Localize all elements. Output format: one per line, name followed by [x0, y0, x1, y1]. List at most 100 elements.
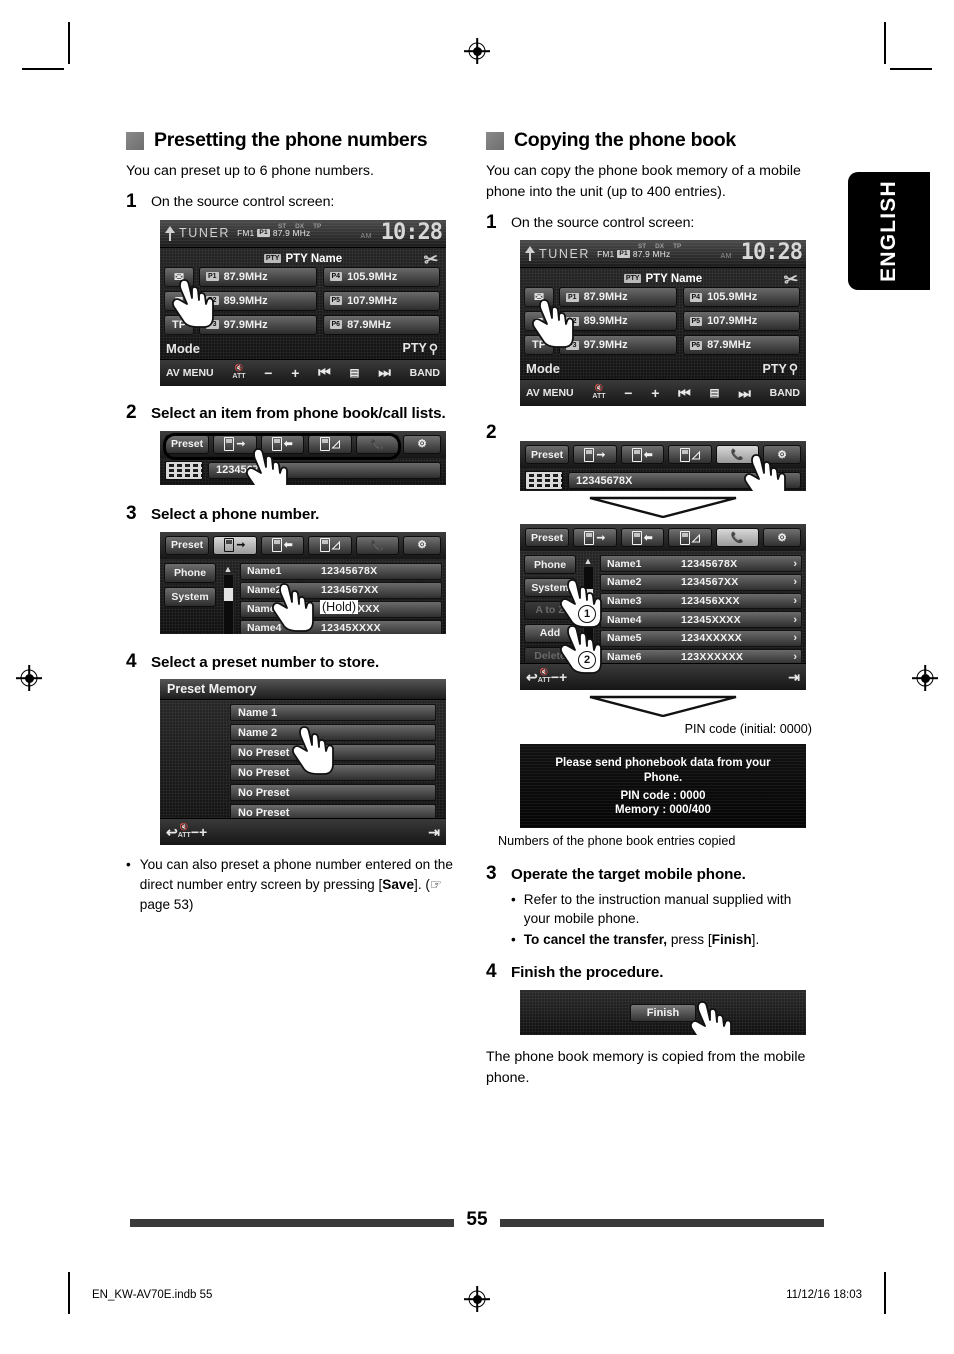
keypad-icon-button[interactable]: ▦: [164, 290, 194, 311]
phone-nav-button[interactable]: Phone: [524, 555, 576, 575]
phone-settings-icon-button[interactable]: ⚙: [763, 528, 801, 548]
att-button[interactable]: 🔇 ATT: [178, 824, 191, 840]
volume-up-button[interactable]: +: [559, 669, 567, 685]
bluetooth-icon-button[interactable]: ✉: [524, 287, 554, 308]
received-calls-icon-button[interactable]: ⬅: [620, 445, 665, 465]
list-item[interactable]: Name4 12345XXXX: [240, 619, 442, 634]
phone-number-field[interactable]: 12345678X: [208, 461, 441, 479]
tp-button[interactable]: TP: [164, 314, 194, 335]
scroll-up-icon[interactable]: ▲: [224, 564, 233, 574]
volume-down-button[interactable]: −: [264, 365, 272, 381]
preset-tab-button[interactable]: Preset: [525, 445, 570, 465]
phone-number-field[interactable]: 12345678X: [568, 472, 801, 490]
preset-button-p3[interactable]: P3 97.9MHz: [199, 314, 317, 335]
volume-down-button[interactable]: −: [624, 385, 632, 401]
list-item[interactable]: Name3 123456XXX ›: [600, 592, 802, 610]
phone-nav-button[interactable]: Phone: [164, 562, 216, 583]
scrollbar-thumb[interactable]: [583, 588, 593, 602]
preset-button-p4[interactable]: P4 105.9MHz: [322, 266, 440, 287]
missed-calls-icon-button[interactable]: ◿: [668, 528, 712, 548]
mode-button[interactable]: Mode: [166, 341, 200, 356]
volume-up-button[interactable]: +: [651, 385, 659, 401]
phonebook-icon-button[interactable]: 📞: [715, 528, 760, 548]
band-button[interactable]: BAND: [770, 387, 800, 399]
pty-search-button[interactable]: PTY ⚲: [403, 341, 438, 356]
pty-search-button[interactable]: PTY ⚲: [763, 361, 798, 377]
preset-button-p5[interactable]: P5 107.9MHz: [682, 311, 800, 332]
preset-button-p1[interactable]: P1 87.9MHz: [559, 287, 677, 308]
previous-button[interactable]: ⏮: [318, 364, 331, 381]
exit-button[interactable]: ⇥: [428, 824, 440, 841]
av-menu-button[interactable]: AV MENU: [526, 387, 574, 399]
volume-down-button[interactable]: −: [191, 824, 199, 840]
phonebook-icon-button[interactable]: 📞: [355, 434, 400, 454]
preset-tab-button[interactable]: Preset: [165, 535, 210, 555]
scrollbar-thumb[interactable]: [223, 587, 233, 601]
next-button[interactable]: ⏭: [738, 385, 751, 402]
dialed-calls-icon-button[interactable]: ➞: [213, 535, 257, 555]
volume-up-button[interactable]: +: [291, 365, 299, 381]
phonebook-icon-button[interactable]: 📞: [355, 535, 400, 555]
previous-button[interactable]: ⏮: [678, 385, 691, 402]
scrollbar-track[interactable]: [222, 573, 234, 634]
preset-tab-button[interactable]: Preset: [165, 434, 210, 454]
list-item[interactable]: No Preset: [230, 784, 436, 802]
back-button[interactable]: ↩: [526, 669, 538, 686]
list-item[interactable]: Name2 1234567XX: [240, 581, 442, 599]
next-button[interactable]: ⏭: [378, 364, 391, 381]
list-item[interactable]: Name5 1234XXXXX ›: [600, 630, 802, 647]
missed-calls-icon-button[interactable]: ◿: [308, 535, 352, 555]
display-button[interactable]: ▤: [710, 387, 720, 399]
av-menu-button[interactable]: AV MENU: [166, 367, 214, 379]
dialed-calls-icon-button[interactable]: ➞: [573, 445, 617, 465]
scissors-icon[interactable]: ✂: [782, 270, 799, 292]
system-nav-button[interactable]: System: [164, 586, 216, 607]
list-item[interactable]: Name 1: [230, 704, 436, 722]
keypad-icon-button[interactable]: ▦: [524, 311, 554, 332]
dialed-calls-icon-button[interactable]: ➞: [213, 434, 257, 454]
att-button[interactable]: 🔇 ATT: [232, 365, 245, 381]
keypad-icon[interactable]: [525, 471, 563, 491]
list-item[interactable]: Name2 1234567XX ›: [600, 573, 802, 591]
preset-button-p6[interactable]: P6 87.9MHz: [322, 314, 440, 335]
list-item[interactable]: No Preset: [230, 764, 436, 782]
list-item[interactable]: Name 2: [230, 724, 436, 742]
phonebook-icon-button[interactable]: 📞: [715, 445, 760, 465]
phone-settings-icon-button[interactable]: ⚙: [763, 445, 801, 465]
list-item[interactable]: Name4 12345XXXX ›: [600, 611, 802, 628]
phone-settings-icon-button[interactable]: ⚙: [403, 535, 441, 555]
preset-button-p1[interactable]: P1 87.9MHz: [199, 266, 317, 287]
add-nav-button[interactable]: Add: [524, 623, 576, 643]
received-calls-icon-button[interactable]: ⬅: [620, 528, 665, 548]
list-scrollbar[interactable]: ▲: [220, 563, 236, 634]
mode-button[interactable]: Mode: [526, 361, 560, 376]
finish-button[interactable]: Finish: [630, 1003, 696, 1022]
att-button[interactable]: 🔇 ATT: [592, 385, 605, 401]
received-calls-icon-button[interactable]: ⬅: [260, 434, 305, 454]
volume-up-button[interactable]: +: [199, 824, 207, 840]
preset-button-p3[interactable]: P3 97.9MHz: [559, 335, 677, 356]
tp-button[interactable]: TP: [524, 335, 554, 356]
list-item[interactable]: No Preset: [230, 744, 436, 762]
missed-calls-icon-button[interactable]: ◿: [308, 434, 352, 454]
exit-button[interactable]: ⇥: [788, 669, 800, 686]
system-nav-button[interactable]: System: [524, 578, 576, 597]
dialed-calls-icon-button[interactable]: ➞: [573, 528, 617, 548]
bluetooth-icon-button[interactable]: ✉: [164, 266, 194, 287]
preset-button-p5[interactable]: P5 107.9MHz: [322, 290, 440, 311]
preset-button-p6[interactable]: P6 87.9MHz: [682, 335, 800, 356]
back-button[interactable]: ↩: [166, 824, 178, 841]
atoz-nav-button[interactable]: A to Z: [524, 600, 576, 620]
preset-button-p4[interactable]: P4 105.9MHz: [682, 287, 800, 308]
volume-down-button[interactable]: −: [551, 669, 559, 685]
phone-settings-icon-button[interactable]: ⚙: [403, 434, 441, 454]
display-button[interactable]: ▤: [350, 367, 360, 379]
missed-calls-icon-button[interactable]: ◿: [668, 445, 712, 465]
keypad-icon[interactable]: [165, 460, 203, 480]
list-item[interactable]: Name1 12345678X ›: [600, 555, 802, 572]
scissors-icon[interactable]: ✂: [422, 249, 439, 271]
preset-button-p2[interactable]: P2 89.9MHz: [559, 311, 677, 332]
band-button[interactable]: BAND: [410, 367, 440, 379]
att-button[interactable]: 🔇 ATT: [538, 669, 551, 685]
preset-tab-button[interactable]: Preset: [525, 528, 570, 548]
